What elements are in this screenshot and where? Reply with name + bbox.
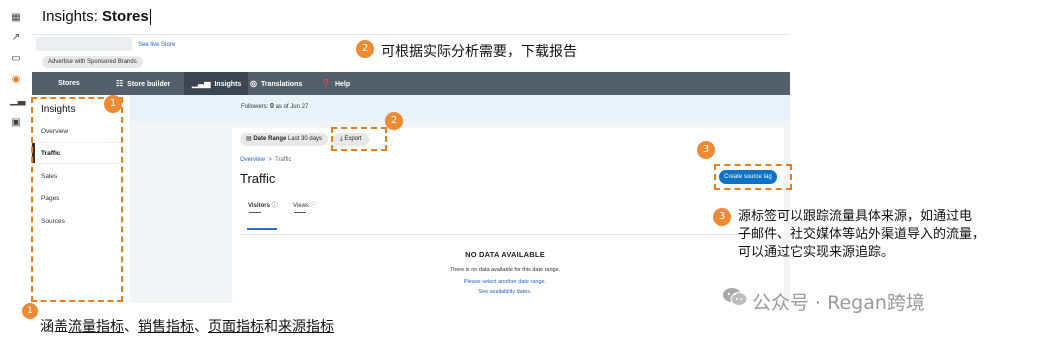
- sep-3: 和: [264, 319, 278, 335]
- annotation-badge-1-bottom: 1: [22, 303, 38, 319]
- date-range-value: Last 30 days: [288, 136, 323, 142]
- watermark-text: 公众号 · Regan跨境: [752, 292, 925, 314]
- store-name-placeholder: [36, 37, 132, 51]
- help-icon: ❓: [321, 79, 331, 88]
- tab-visitors-value: [249, 212, 261, 213]
- nav-stores[interactable]: Stores: [58, 72, 80, 95]
- bar-chart-icon: ▁▃▅: [192, 79, 211, 88]
- info-icon: ⓘ: [310, 203, 317, 209]
- nav-help-label: Help: [334, 81, 351, 88]
- see-live-store-link[interactable]: See live Store: [138, 42, 175, 48]
- text-cursor: [149, 9, 151, 26]
- followers-label: Followers:: [241, 104, 269, 110]
- page-title-prefix: Insights:: [42, 8, 98, 25]
- no-data-title: NO DATA AVAILABLE: [465, 250, 545, 259]
- annotation-note-line-3: 可以通过它实现来源追踪。: [738, 245, 895, 260]
- followers-count: 0: [270, 103, 274, 110]
- nav-translations-label: Translations: [260, 81, 303, 88]
- icon-rail: ▦ ↗ ▭ ◉ ▁▃ ▣: [0, 0, 32, 300]
- annotation-badge-1: 1: [104, 95, 122, 113]
- breadcrumb: Overview > Traffic: [240, 157, 291, 163]
- top-nav: Stores ☷ Store builder ▁▃▅ Insights ◎ Trans…: [32, 72, 790, 95]
- annotation-note-metrics: 涵盖流量指标、销售指标、页面指标和来源指标: [40, 316, 334, 336]
- annotation-badge-2-note: 2: [356, 40, 374, 58]
- grid-icon[interactable]: ▦: [10, 12, 22, 24]
- annotation-note-source-tag: 源标签可以跟踪流量具体来源，如通过电 子邮件、社交媒体等站外渠道导入的流量， 可…: [738, 208, 985, 262]
- nav-translations[interactable]: ◎ Translations: [250, 72, 302, 95]
- annotation-box-sidebar: [31, 97, 123, 302]
- wechat-icon: [723, 288, 748, 306]
- breadcrumb-separator: >: [268, 157, 272, 163]
- nav-insights[interactable]: ▁▃▅ Insights: [184, 72, 248, 95]
- metric-traffic: 流量指标: [68, 319, 124, 335]
- sitemap-icon: ☷: [116, 79, 124, 88]
- globe-icon: ◎: [250, 79, 257, 88]
- metric-sources: 来源指标: [278, 319, 334, 335]
- tab-visitors[interactable]: Visitors ⓘ: [248, 200, 278, 209]
- bottom-prefix: 涵盖: [40, 319, 68, 335]
- metric-sales: 销售指标: [138, 319, 194, 335]
- followers-banner: [130, 95, 790, 121]
- date-range-button[interactable]: ▤ Date Range Last 30 days: [240, 133, 329, 146]
- breadcrumb-overview[interactable]: Overview: [240, 157, 265, 163]
- annotation-badge-3-note: 3: [713, 208, 731, 226]
- nav-help[interactable]: ❓ Help: [321, 72, 350, 95]
- image-gallery-icon[interactable]: ▣: [10, 117, 22, 129]
- tab-views-value: [294, 212, 306, 213]
- bar-chart-icon[interactable]: ▁▃: [10, 95, 25, 107]
- sep-2: 、: [194, 319, 208, 335]
- metric-tabs: [240, 194, 780, 235]
- shield-icon[interactable]: ◉: [10, 74, 22, 86]
- trend-icon[interactable]: ↗: [10, 32, 22, 44]
- tab-visitors-label: Visitors: [248, 203, 270, 209]
- annotation-badge-2-export: 2: [385, 112, 403, 130]
- annotation-note-download: 可根据实际分析需要，下载报告: [381, 44, 577, 60]
- nav-store-builder[interactable]: ☷ Store builder: [116, 72, 170, 95]
- page-title-store: Stores: [102, 8, 149, 25]
- tab-views-label: Views: [293, 203, 309, 209]
- date-range-label: Date Range: [253, 136, 287, 142]
- annotation-box-source-tag: [714, 164, 792, 190]
- sep-1: 、: [124, 319, 138, 335]
- followers-info: Followers: 0 as of Jun 27: [241, 103, 308, 110]
- breadcrumb-current: Traffic: [275, 157, 292, 163]
- annotation-box-export: [331, 127, 387, 151]
- advertise-button[interactable]: Advertise with Sponsored Brands: [42, 56, 143, 68]
- info-icon: ⓘ: [271, 203, 278, 209]
- nav-store-builder-label: Store builder: [127, 81, 171, 88]
- followers-suffix: as of Jun 27: [275, 104, 309, 110]
- availability-dates-link[interactable]: See availability dates.: [400, 289, 610, 295]
- nav-insights-label: Insights: [214, 81, 242, 88]
- annotation-note-line-2: 子邮件、社交媒体等站外渠道导入的流量，: [738, 227, 986, 242]
- page-title: Insights: Stores: [42, 8, 151, 26]
- main-title: Traffic: [240, 171, 276, 186]
- no-data-text: There is no data available for this date…: [449, 267, 561, 273]
- active-tab-underline: [247, 228, 277, 230]
- select-date-range-link[interactable]: Please select another date range.: [400, 279, 610, 285]
- metric-pages: 页面指标: [208, 319, 264, 335]
- nav-stores-label: Stores: [58, 80, 80, 87]
- tab-views[interactable]: Views ⓘ: [293, 200, 317, 209]
- annotation-badge-3-button: 3: [697, 141, 715, 159]
- card-icon[interactable]: ▭: [10, 53, 22, 65]
- calendar-icon: ▤: [246, 136, 252, 142]
- annotation-note-line-1: 源标签可以跟踪流量具体来源，如通过电: [738, 209, 973, 224]
